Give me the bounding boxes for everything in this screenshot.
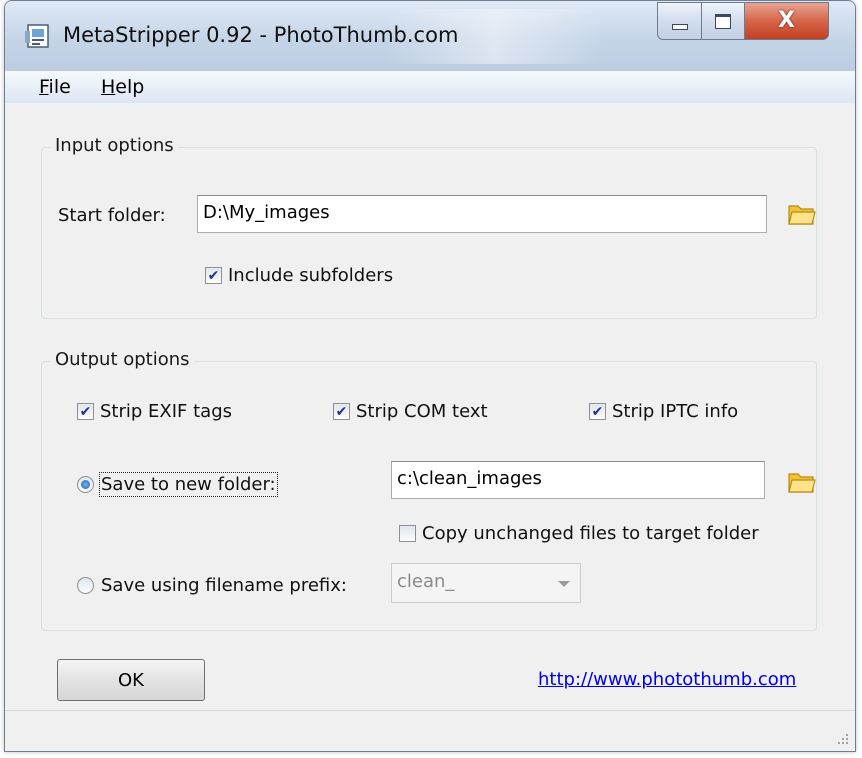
save-prefix-label: Save using filename prefix: (101, 575, 347, 596)
resize-grip-icon[interactable] (835, 731, 849, 745)
chevron-down-icon (558, 581, 570, 587)
include-subfolders-label: Include subfolders (228, 265, 394, 286)
strip-iptc-check-icon: ✔ (589, 403, 606, 420)
start-folder-label: Start folder: (58, 205, 166, 226)
browse-target-folder-icon[interactable] (787, 469, 817, 495)
website-link[interactable]: http://www.photothumb.com (538, 669, 796, 690)
app-window: MetaStripper 0.92 - PhotoThumb.com X Fil… (4, 0, 856, 752)
copy-unchanged-checkbox[interactable]: Copy unchanged files to target folder (399, 523, 759, 544)
save-new-folder-radio[interactable]: Save to new folder: (77, 472, 278, 497)
maximize-button[interactable] (701, 2, 745, 40)
close-icon: X (778, 8, 795, 33)
copy-unchanged-label: Copy unchanged files to target folder (422, 523, 759, 544)
status-bar (5, 710, 855, 751)
output-options-legend: Output options (50, 349, 195, 370)
save-new-folder-label: Save to new folder: (99, 472, 278, 497)
close-button[interactable]: X (745, 2, 829, 40)
strip-exif-checkbox[interactable]: ✔ Strip EXIF tags (77, 401, 232, 422)
ok-button[interactable]: OK (57, 659, 205, 701)
menu-file[interactable]: File (39, 76, 71, 98)
save-prefix-radio-icon (77, 577, 94, 594)
browse-folder-icon[interactable] (787, 201, 817, 227)
strip-exif-label: Strip EXIF tags (100, 401, 233, 422)
include-subfolders-check-icon: ✔ (205, 267, 222, 284)
prefix-dropdown[interactable]: clean_ (391, 563, 581, 603)
strip-com-checkbox[interactable]: ✔ Strip COM text (333, 401, 488, 422)
new-folder-input[interactable]: c:\clean_images (391, 461, 765, 499)
title-bar[interactable]: MetaStripper 0.92 - PhotoThumb.com X (5, 1, 855, 71)
maximize-icon (715, 13, 731, 29)
save-new-folder-radio-icon (77, 476, 94, 493)
prefix-dropdown-value: clean_ (397, 571, 455, 592)
menu-bar: File Help (5, 71, 855, 104)
minimize-icon (671, 24, 688, 30)
input-options-legend: Input options (50, 135, 179, 156)
save-prefix-radio[interactable]: Save using filename prefix: (77, 575, 347, 596)
strip-exif-check-icon: ✔ (77, 403, 94, 420)
strip-iptc-label: Strip IPTC info (612, 401, 739, 422)
input-options-group: Input options (41, 135, 817, 319)
minimize-button[interactable] (657, 2, 701, 40)
window-title: MetaStripper 0.92 - PhotoThumb.com (63, 23, 459, 47)
copy-unchanged-check-icon (399, 525, 416, 542)
client-area: Input options Start folder: D:\My_images… (5, 103, 855, 751)
strip-com-check-icon: ✔ (333, 403, 350, 420)
start-folder-input[interactable]: D:\My_images (197, 195, 767, 233)
strip-com-label: Strip COM text (356, 401, 488, 422)
menu-help[interactable]: Help (101, 76, 144, 98)
strip-iptc-checkbox[interactable]: ✔ Strip IPTC info (589, 401, 738, 422)
include-subfolders-checkbox[interactable]: ✔ Include subfolders (205, 265, 393, 286)
app-icon (25, 24, 49, 48)
